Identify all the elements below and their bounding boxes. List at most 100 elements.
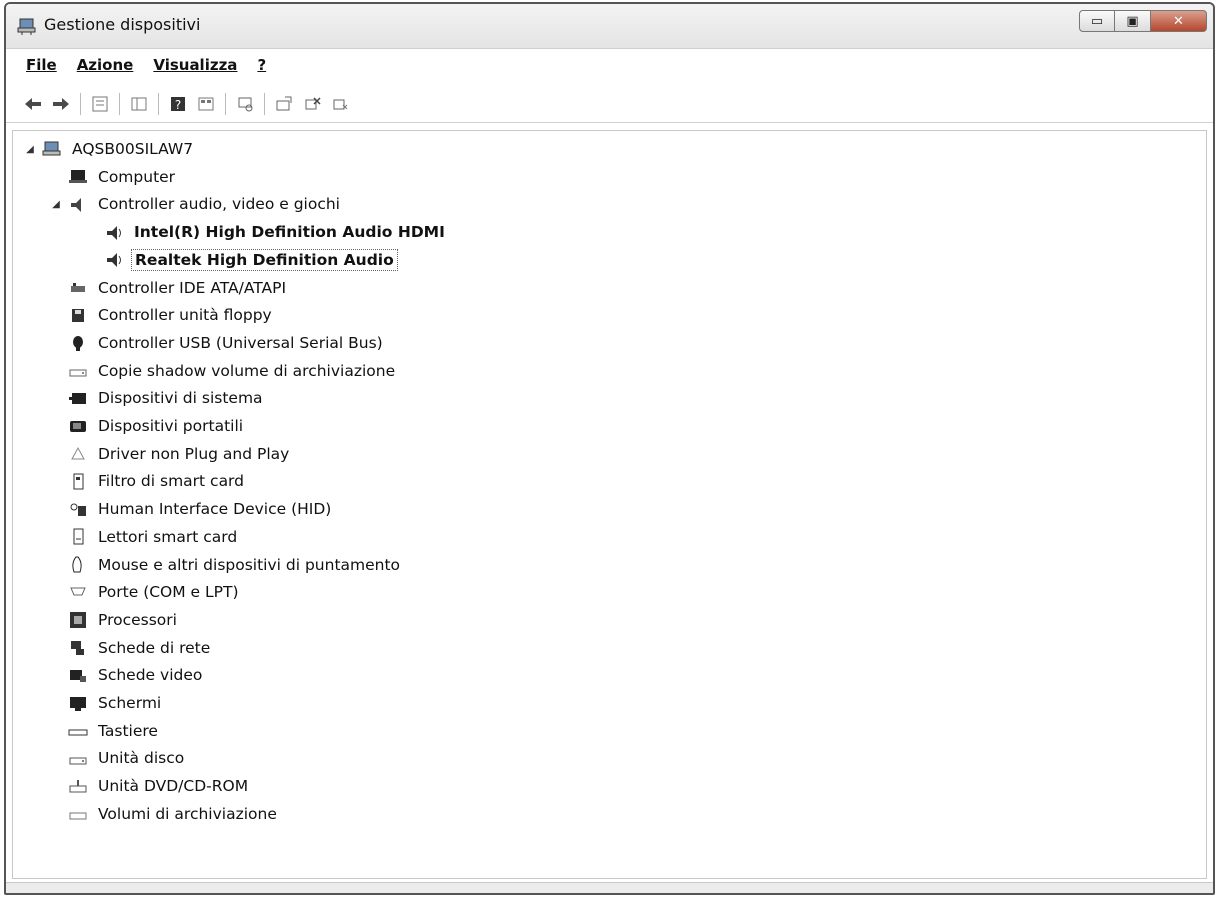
expand-arrow-icon[interactable]: ◢ [23,142,37,156]
tree-node-label: Lettori smart card [98,527,238,546]
collapse-arrow-icon[interactable] [49,585,63,599]
network-adapter-icon [67,638,89,658]
storage-volume-icon [67,804,89,824]
tree-category-node[interactable]: Dispositivi portatili [49,412,246,440]
tree-category-node[interactable]: Lettori smart card [49,523,240,551]
svg-text:?: ? [175,98,181,112]
tree-category-node[interactable]: Controller unità floppy [49,301,275,329]
forward-arrow-icon[interactable] [50,93,72,115]
collapse-arrow-icon[interactable] [49,308,63,322]
device-tree[interactable]: ◢ AQSB00SILAW7 Computer ◢ Controller audio… [12,130,1207,879]
title-bar[interactable]: Gestione dispositivi ▭ ▣ ✕ [6,4,1213,49]
driver-icon [67,444,89,464]
collapse-arrow-icon[interactable] [49,807,63,821]
tree-category-node[interactable]: Tastiere [49,717,161,745]
collapse-arrow-icon[interactable] [49,724,63,738]
update-driver-icon[interactable] [273,93,295,115]
tree-node-label: Filtro di smart card [98,472,245,491]
tree-category-node[interactable]: Unità disco [49,744,187,772]
tree-root[interactable]: ◢ AQSB00SILAW7 [23,135,196,163]
tree-node-label: Schede di rete [98,638,211,657]
tree-node-label: Controller unità floppy [98,306,272,325]
status-bar [6,882,1213,893]
tree-category-node[interactable]: Volumi di archiviazione [49,800,280,828]
display-adapter-icon [67,665,89,685]
mouse-icon [67,555,89,575]
collapse-arrow-icon[interactable] [49,419,63,433]
tree-category-node[interactable]: Mouse e altri dispositivi di puntamento [49,551,403,579]
tree-node-label: Controller audio, video e giochi [98,195,340,214]
show-hide-tree-icon[interactable] [128,93,150,115]
collapse-arrow-icon[interactable] [49,530,63,544]
collapse-arrow-icon[interactable] [49,391,63,405]
tree-node-label: Computer [98,167,176,186]
processor-icon [67,610,89,630]
collapse-arrow-icon[interactable] [49,474,63,488]
menu-visualizza[interactable]: Visualizza [153,56,237,74]
collapse-arrow-icon[interactable] [49,668,63,682]
tree-category-node[interactable]: Driver non Plug and Play [49,440,292,468]
tree-node-label: Unità DVD/CD-ROM [98,777,249,796]
collapse-arrow-icon[interactable] [49,336,63,350]
tree-category-node[interactable]: Controller USB (Universal Serial Bus) [49,329,386,357]
back-arrow-icon[interactable] [22,93,44,115]
expand-arrow-icon[interactable]: ◢ [49,197,63,211]
collapse-arrow-icon[interactable] [49,502,63,516]
tree-node-label: Controller USB (Universal Serial Bus) [98,333,383,352]
properties-icon[interactable] [89,93,111,115]
tree-category-node[interactable]: ◢ Controller audio, video e giochi [49,190,343,218]
tree-category-node[interactable]: Controller IDE ATA/ATAPI [49,274,289,302]
tree-child-node[interactable]: Intel(R) High Definition Audio HDMI [85,218,448,246]
collapse-arrow-icon[interactable] [49,447,63,461]
tree-node-label: Tastiere [98,721,158,740]
tree-category-node[interactable]: Processori [49,606,180,634]
tree-category-node[interactable]: Human Interface Device (HID) [49,495,334,523]
tree-category-node[interactable]: Computer [49,163,178,191]
window-controls: ▭ ▣ ✕ [1079,10,1207,34]
tree-node-label: Controller IDE ATA/ATAPI [98,278,287,297]
tree-node-label: Human Interface Device (HID) [98,500,332,519]
minimize-button[interactable]: ▭ [1079,10,1115,32]
help-icon[interactable]: ? [167,93,189,115]
tree-category-node[interactable]: Porte (COM e LPT) [49,578,242,606]
device-manager-icon [16,16,38,36]
tree-node-label: Intel(R) High Definition Audio HDMI [134,223,445,242]
tree-node-label: Schermi [98,694,162,712]
collapse-arrow-icon[interactable] [49,558,63,572]
menu-file[interactable]: File [26,56,57,74]
tree-category-node[interactable]: Unità DVD/CD-ROM [49,772,251,800]
disk-drive-icon [67,748,89,768]
tree-category-node[interactable]: Copie shadow volume di archiviazione [49,357,398,385]
uninstall-icon[interactable] [301,93,323,115]
tree-category-node[interactable]: Filtro di smart card [49,467,247,495]
collapse-arrow-icon[interactable] [49,641,63,655]
floppy-controller-icon [67,305,89,325]
toolbar-separator [264,93,265,115]
close-button[interactable]: ✕ [1151,10,1207,32]
collapse-arrow-icon[interactable] [49,364,63,378]
disable-device-icon[interactable] [329,93,351,115]
collapse-arrow-icon[interactable] [49,751,63,765]
collapse-arrow-icon [85,225,99,239]
drive-icon [67,361,89,381]
tree-category-node[interactable]: Schede video [49,661,205,689]
maximize-button[interactable]: ▣ [1115,10,1151,32]
scan-hardware-icon[interactable] [234,93,256,115]
smart-card-icon [67,471,89,491]
tree-root-label: AQSB00SILAW7 [72,140,194,158]
tree-category-node[interactable]: Schermi [49,689,164,717]
collapse-arrow-icon[interactable] [49,696,63,710]
menu-bar: File Azione Visualizza ? [6,52,1213,78]
tree-child-node[interactable]: Realtek High Definition Audio [85,246,398,274]
collapse-arrow-icon[interactable] [49,613,63,627]
menu-azione[interactable]: Azione [77,56,134,74]
computer-icon [67,167,89,187]
collapse-arrow-icon[interactable] [49,779,63,793]
collapse-arrow-icon[interactable] [49,281,63,295]
tree-category-node[interactable]: Schede di rete [49,634,213,662]
view-icon[interactable] [195,93,217,115]
window-title: Gestione dispositivi [44,15,201,34]
collapse-arrow-icon[interactable] [49,170,63,184]
tree-category-node[interactable]: Dispositivi di sistema [49,384,266,412]
menu-help[interactable]: ? [257,56,266,74]
